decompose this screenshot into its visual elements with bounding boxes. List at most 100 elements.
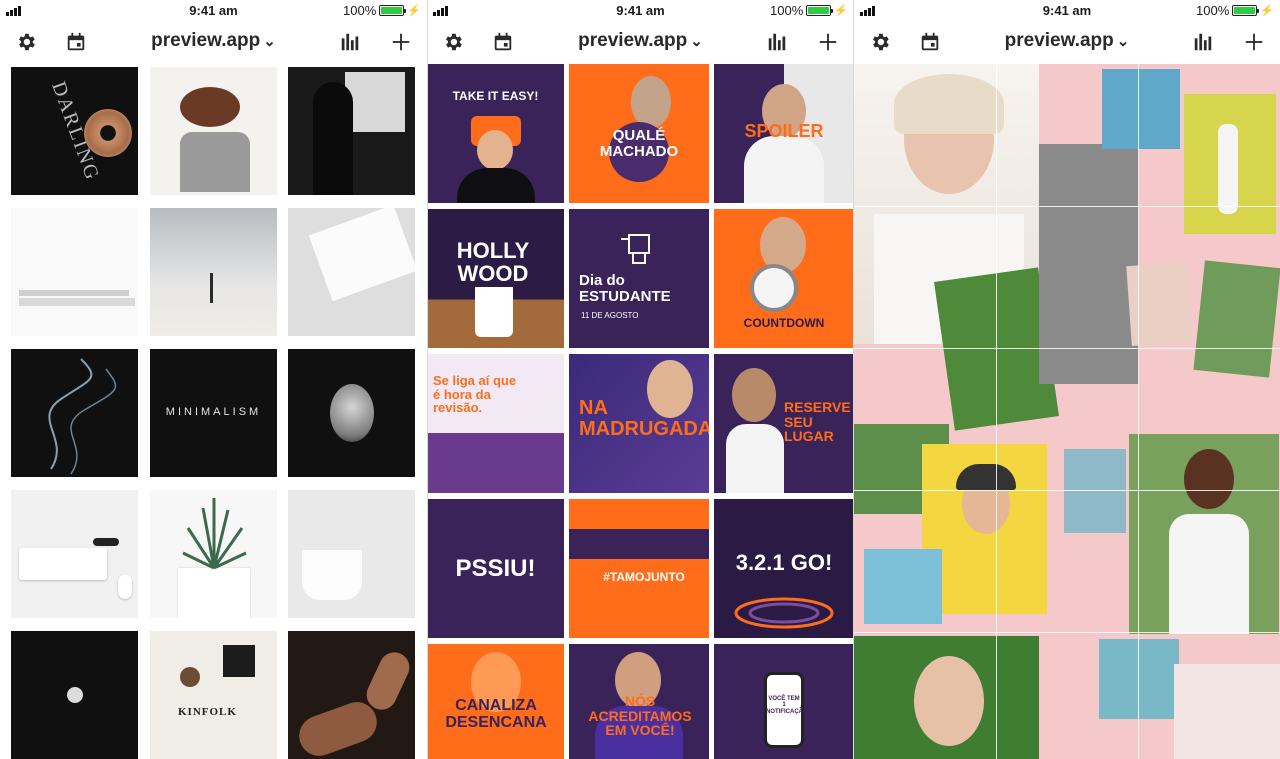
donut-image — [84, 109, 132, 157]
screen-divider — [427, 0, 428, 759]
grid-post[interactable]: QUALÉ MACHADO — [569, 64, 709, 203]
shirt-image — [457, 168, 535, 203]
grid-post[interactable]: KINFOLK — [150, 631, 277, 759]
grid-post[interactable]: CANALIZA DESENCANA — [427, 644, 564, 759]
shirt-image — [726, 424, 784, 493]
grid-post[interactable] — [150, 490, 277, 618]
flower-field-image[interactable] — [1184, 94, 1276, 234]
grid-post[interactable] — [288, 67, 415, 195]
hat-image — [956, 464, 1016, 490]
grid-post[interactable]: Se liga aí que é hora da revisão. — [427, 354, 564, 493]
account-switcher[interactable]: preview.app ⌄ — [427, 30, 854, 52]
grid-post[interactable]: #TAMOJUNTO — [569, 499, 709, 638]
shirt-image — [180, 132, 250, 192]
coffee-image — [180, 667, 200, 687]
keyboard-image — [19, 548, 107, 580]
phone-screen-minimal-feed: 9:41 am 100% ⚡ preview.app ⌄ DARLING MIN… — [0, 0, 427, 759]
collage-grid — [854, 64, 1280, 759]
plus-icon[interactable] — [816, 30, 840, 54]
palm-sky-image[interactable] — [1099, 639, 1179, 719]
post-caption: Se liga aí que é hora da revisão. — [433, 373, 517, 416]
grid-post[interactable] — [288, 349, 415, 477]
plus-icon[interactable] — [389, 30, 413, 54]
book-stack-image — [19, 290, 129, 296]
account-switcher[interactable]: preview.app ⌄ — [854, 30, 1280, 52]
grid-post[interactable]: PSSIU! — [427, 499, 564, 638]
portrait-image — [631, 76, 671, 128]
battery-percent: 100% — [343, 3, 377, 18]
swirl-image — [734, 597, 834, 629]
grid-post[interactable] — [11, 208, 138, 336]
fist-pencil-icon — [621, 234, 650, 264]
sunflowers-image[interactable] — [1064, 449, 1126, 533]
bar-chart-icon[interactable] — [338, 30, 362, 54]
bar-chart-icon[interactable] — [1191, 30, 1215, 54]
post-caption: KINFOLK — [178, 706, 237, 718]
woman-leaf-image[interactable] — [854, 636, 1039, 759]
grid-post[interactable] — [288, 631, 415, 759]
grid-post[interactable] — [288, 490, 415, 618]
nav-bar: preview.app ⌄ — [0, 22, 427, 62]
status-bar: 9:41 am 100% ⚡ — [854, 0, 1280, 22]
post-caption: #TAMOJUNTO — [603, 570, 685, 584]
mouse-image — [118, 575, 132, 599]
post-caption: 3.2.1 GO! — [735, 550, 833, 575]
silhouette-image — [313, 82, 353, 195]
post-caption: TAKE IT EASY! — [452, 89, 539, 103]
mug-image — [302, 550, 362, 600]
battery-status: 100% ⚡ — [770, 3, 848, 18]
grid-divider — [854, 490, 1280, 491]
woman-sunflowers-image[interactable] — [1129, 434, 1279, 634]
battery-percent: 100% — [770, 3, 804, 18]
hair-image — [1184, 449, 1234, 509]
grid-post[interactable]: COUNTDOWN — [714, 209, 854, 348]
grid-post[interactable] — [288, 208, 415, 336]
beach-image[interactable] — [864, 549, 942, 624]
water-image[interactable] — [1102, 69, 1180, 149]
hand-image — [361, 647, 415, 715]
grid-post[interactable]: NÓS ACREDITAMOS EM VOCÊ! — [569, 644, 709, 759]
hair-image — [894, 74, 1004, 134]
person-image — [210, 273, 213, 303]
popcorn-image — [475, 287, 513, 337]
planter-image — [178, 568, 250, 618]
grid-post[interactable] — [150, 208, 277, 336]
bar-chart-icon[interactable] — [765, 30, 789, 54]
grid-post[interactable]: MINIMALISM — [150, 349, 277, 477]
account-switcher[interactable]: preview.app ⌄ — [0, 30, 427, 52]
post-caption: PSSIU! — [455, 554, 536, 582]
portrait-image — [329, 384, 374, 442]
hand-image — [293, 696, 383, 759]
grid-divider — [996, 64, 997, 759]
grid-post[interactable]: SPOILER — [714, 64, 854, 203]
post-grid: TAKE IT EASY! QUALÉ MACHADO SPOILER HOLL… — [427, 64, 854, 759]
plus-icon[interactable] — [1242, 30, 1266, 54]
woman-image[interactable] — [1126, 262, 1192, 346]
grid-post[interactable]: HOLLY WOOD — [427, 209, 564, 348]
post-caption: Dia do ESTUDANTE — [579, 272, 671, 305]
grid-post[interactable]: TAKE IT EASY! — [427, 64, 564, 203]
battery-icon — [1232, 5, 1260, 16]
dress-image — [1169, 514, 1249, 634]
grid-post[interactable] — [11, 490, 138, 618]
grid-post[interactable]: DARLING — [11, 67, 138, 195]
grid-post[interactable]: NA MADRUGADA — [569, 354, 709, 493]
hair-image — [180, 87, 240, 127]
grid-post[interactable]: VOCÊ TEM 1 NOTIFICAÇÃO — [714, 644, 854, 759]
grid-post[interactable]: RESERVE SEU LUGAR — [714, 354, 854, 493]
bedroom-image[interactable] — [1174, 664, 1280, 759]
phone-screen-brand-feed: 9:41 am 100% ⚡ preview.app ⌄ TAKE IT EAS… — [427, 0, 854, 759]
window-image — [345, 72, 405, 132]
grid-post[interactable]: Dia do ESTUDANTE 11 DE AGOSTO — [569, 209, 709, 348]
grid-divider — [1138, 64, 1139, 759]
grid-post[interactable]: 3.2.1 GO! — [714, 499, 854, 638]
grid-post[interactable] — [150, 67, 277, 195]
grid-post[interactable] — [11, 631, 138, 759]
moon-image — [66, 687, 83, 703]
woman-garden-image[interactable] — [1193, 260, 1280, 378]
face-image — [914, 656, 984, 746]
battery-icon — [379, 5, 407, 16]
status-bar: 9:41 am 100% ⚡ — [427, 0, 854, 22]
chevron-down-icon: ⌄ — [690, 33, 703, 50]
grid-post[interactable] — [11, 349, 138, 477]
